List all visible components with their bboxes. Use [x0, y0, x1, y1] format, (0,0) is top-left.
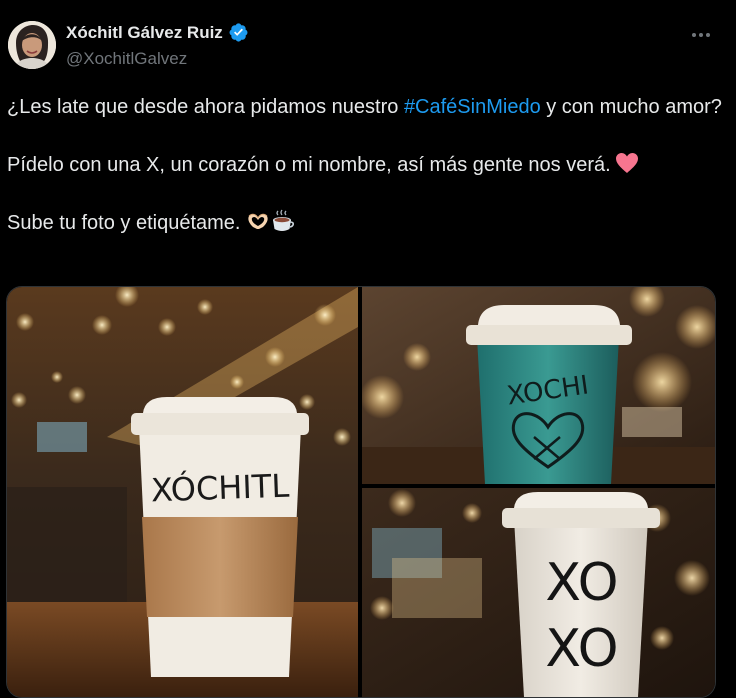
cup-1-writing: XÓCHITL: [150, 466, 290, 510]
author-handle[interactable]: @XochitlGalvez: [66, 49, 187, 69]
verified-badge-icon[interactable]: [228, 22, 249, 43]
cup-3-writing-line-1: XO: [545, 553, 618, 613]
photo-2[interactable]: XOCHI: [362, 287, 715, 484]
hashtag-link[interactable]: #CaféSinMiedo: [404, 96, 541, 118]
more-options-icon[interactable]: [688, 25, 714, 45]
tweet-text: ¿Les late que desde ahora pidamos nuestr…: [7, 92, 727, 238]
tweet-line-2: Pídelo con una X, un corazón o mi nombre…: [7, 150, 727, 180]
hot-beverage-emoji-icon: [273, 209, 295, 231]
author-name[interactable]: Xóchitl Gálvez Ruiz: [66, 23, 223, 43]
author-avatar[interactable]: [8, 21, 56, 69]
tweet-line-3: Sube tu foto y etiquétame.: [7, 208, 727, 238]
photo-1[interactable]: XÓCHITL: [7, 287, 358, 697]
heart-hands-emoji-icon: [248, 213, 268, 229]
photo-3[interactable]: XO XO: [362, 488, 715, 697]
heart-emoji-icon: [615, 153, 638, 173]
cup-3-writing-line-2: XO: [545, 619, 618, 679]
media-grid[interactable]: XÓCHITL XOCHI XO XO: [6, 286, 716, 698]
tweet-line-1: ¿Les late que desde ahora pidamos nuestr…: [7, 96, 722, 118]
